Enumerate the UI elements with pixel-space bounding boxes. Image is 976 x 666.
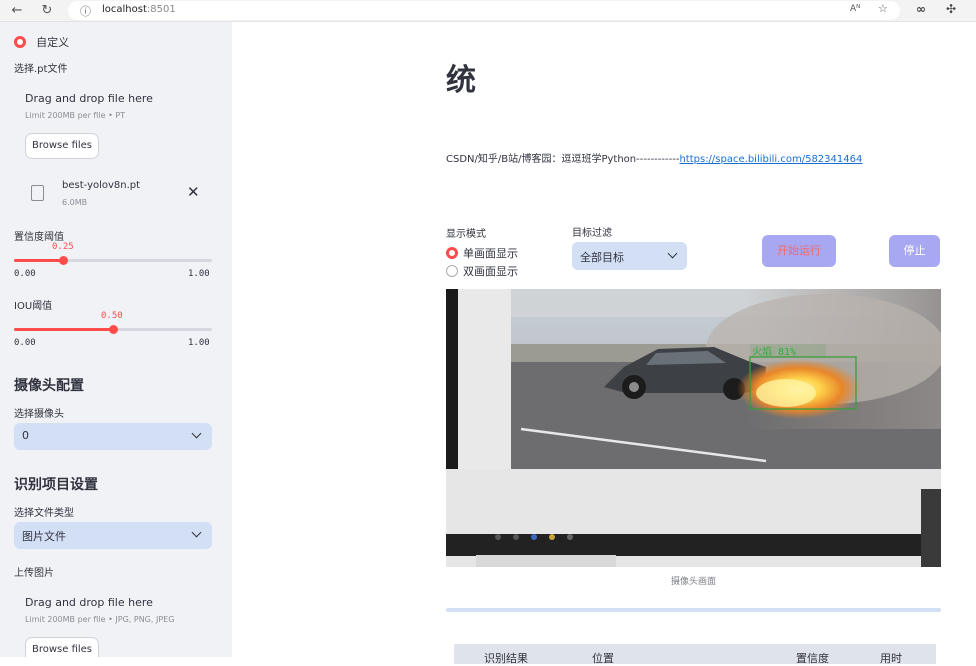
- camera-select-value: 0: [22, 429, 29, 442]
- file-type-label: 选择文件类型: [14, 508, 74, 519]
- upload-image-label: 上传图片: [14, 568, 54, 579]
- extensions-icon[interactable]: ✣: [946, 2, 956, 16]
- progress-bar: [446, 608, 941, 612]
- confidence-slider[interactable]: [14, 256, 212, 265]
- display-mode-label: 显示模式: [446, 229, 486, 240]
- display-option-dual[interactable]: 双画面显示: [446, 263, 518, 279]
- url-text: localhost:8501: [102, 4, 176, 15]
- column-header-result: 识别结果: [484, 652, 528, 665]
- confidence-label: 置信度阈值: [14, 232, 64, 243]
- camera-section-heading: 摄像头配置: [14, 378, 84, 394]
- browser-toolbar: ← ↻ ⓘ localhost:8501 Aᴺ ☆ ∞ ✣: [0, 0, 976, 22]
- main-content: 统 CSDN/知乎/B站/博客园：逗逗班学Python------------h…: [232, 22, 976, 665]
- file-type-select[interactable]: 图片文件: [14, 522, 212, 549]
- iou-value: 0.50: [101, 311, 123, 321]
- video-caption: 摄像头画面: [670, 577, 716, 587]
- recognition-section-heading: 识别项目设置: [14, 477, 98, 493]
- confidence-value: 0.25: [52, 242, 74, 252]
- chevron-down-icon: [191, 527, 202, 538]
- back-icon[interactable]: ←: [8, 2, 26, 20]
- column-header-position: 位置: [592, 652, 614, 665]
- remove-file-icon[interactable]: ✕: [187, 183, 200, 201]
- dropzone-title: Drag and drop file here: [25, 92, 153, 105]
- copilot-icon[interactable]: ∞: [916, 2, 926, 16]
- iou-slider-fill: [14, 328, 113, 331]
- radio-selected-icon: [14, 35, 26, 48]
- refresh-icon[interactable]: ↻: [38, 2, 56, 20]
- confidence-min: 0.00: [14, 269, 36, 279]
- dropzone-title: Drag and drop file here: [25, 596, 153, 609]
- target-filter-select[interactable]: 全部目标: [572, 242, 687, 270]
- file-type-select-value: 图片文件: [22, 530, 66, 543]
- info-text: CSDN/知乎/B站/博客园：逗逗班学Python------------: [446, 154, 680, 165]
- uploaded-file-name: best-yolov8n.pt: [62, 180, 141, 191]
- iou-max: 1.00: [188, 338, 210, 348]
- info-icon[interactable]: ⓘ: [80, 3, 91, 19]
- chevron-down-icon: [191, 428, 202, 439]
- camera-frame-image: 火焰 81%: [446, 289, 941, 567]
- iou-slider-thumb[interactable]: [109, 325, 118, 334]
- info-line: CSDN/知乎/B站/博客园：逗逗班学Python------------htt…: [446, 150, 862, 165]
- file-icon: [31, 185, 44, 201]
- model-radio-custom[interactable]: 自定义: [14, 31, 69, 50]
- dropzone-limit: Limit 200MB per file • JPG, PNG, JPEG: [25, 615, 175, 624]
- uploaded-file-size: 6.0MB: [62, 198, 88, 207]
- start-button[interactable]: 开始运行: [762, 235, 836, 267]
- camera-select-label: 选择摄像头: [14, 409, 64, 420]
- sidebar: 自定义 选择.pt文件 Drag and drop file here Limi…: [0, 22, 232, 657]
- display-option-single[interactable]: 单画面显示: [446, 245, 518, 261]
- confidence-max: 1.00: [188, 269, 210, 279]
- pt-file-label: 选择.pt文件: [14, 64, 68, 75]
- read-aloud-icon[interactable]: Aᴺ: [850, 4, 860, 14]
- radio-selected-icon: [446, 247, 458, 259]
- camera-video-frame: 火焰 81%: [446, 289, 941, 567]
- target-filter-label: 目标过滤: [572, 228, 612, 239]
- iou-label: IOU阈值: [14, 301, 53, 312]
- browse-files-button[interactable]: Browse files: [25, 133, 99, 159]
- favorite-star-icon[interactable]: ☆: [878, 2, 888, 15]
- address-bar[interactable]: ⓘ localhost:8501 Aᴺ ☆: [68, 1, 900, 20]
- stop-button[interactable]: 停止: [889, 235, 940, 267]
- confidence-slider-thumb[interactable]: [59, 256, 68, 265]
- camera-select[interactable]: 0: [14, 423, 212, 450]
- iou-min: 0.00: [14, 338, 36, 348]
- iou-slider[interactable]: [14, 325, 212, 334]
- radio-unselected-icon: [446, 265, 458, 277]
- dropzone-limit: Limit 200MB per file • PT: [25, 111, 126, 120]
- browse-images-button[interactable]: Browse files: [25, 637, 99, 657]
- page-title: 统: [446, 63, 476, 98]
- model-radio-label: 自定义: [36, 35, 70, 49]
- bilibili-link[interactable]: https://space.bilibili.com/582341464: [679, 154, 862, 165]
- column-header-confidence: 置信度: [796, 652, 829, 665]
- confidence-slider-fill: [14, 259, 63, 262]
- column-header-time: 用时: [880, 652, 902, 665]
- target-filter-value: 全部目标: [580, 251, 624, 264]
- chevron-down-icon: [667, 248, 678, 259]
- results-table-header: 识别结果 位置 置信度 用时: [454, 644, 936, 665]
